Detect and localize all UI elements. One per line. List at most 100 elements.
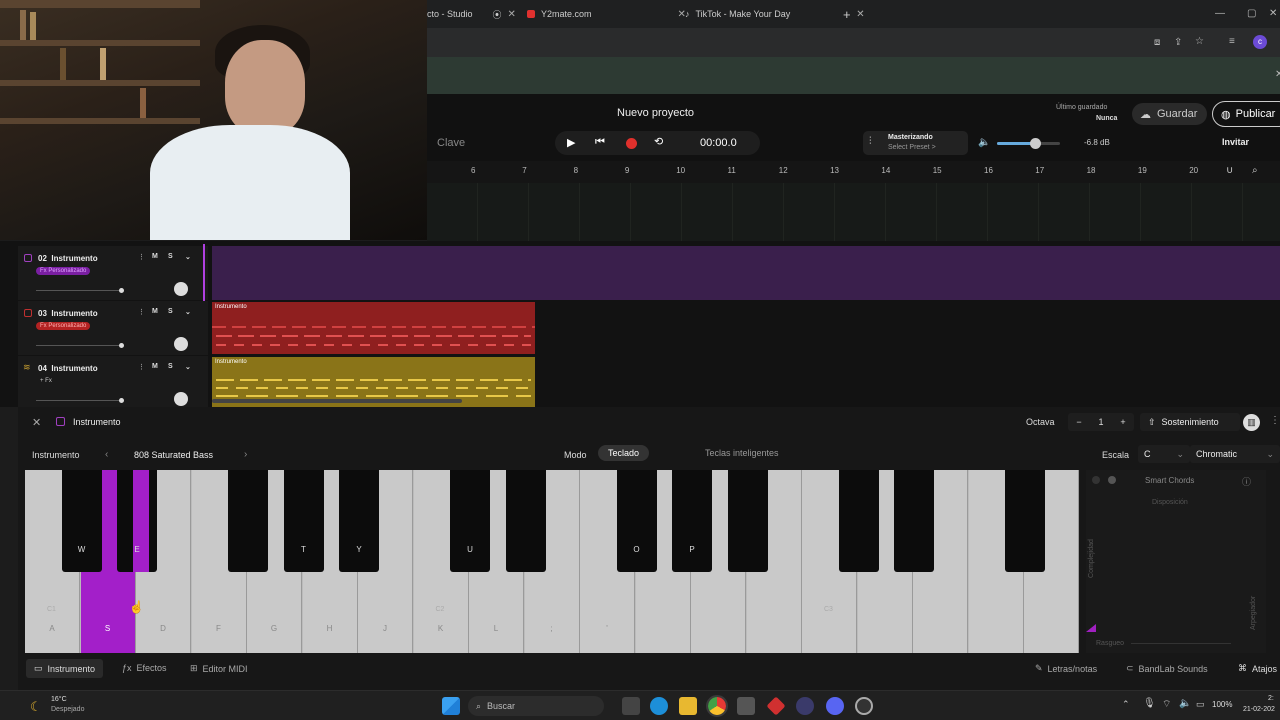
tab-studio[interactable]: cto - Studio ⦿ ✕ bbox=[427, 4, 516, 24]
tab-lyrics[interactable]: ✎ Letras/notas bbox=[1035, 663, 1097, 674]
more-icon[interactable]: ⋮ bbox=[138, 253, 145, 261]
chevron-right-icon[interactable]: › bbox=[244, 449, 247, 460]
black-key[interactable] bbox=[838, 470, 879, 572]
toggle-icon[interactable] bbox=[1108, 476, 1116, 484]
new-tab-button[interactable]: + bbox=[843, 4, 851, 24]
chevron-left-icon[interactable]: ‹ bbox=[105, 449, 108, 460]
track-lane[interactable] bbox=[212, 246, 1280, 300]
octave-plus-button[interactable]: + bbox=[1120, 417, 1125, 427]
pan-knob[interactable] bbox=[174, 392, 188, 406]
volume-fader[interactable] bbox=[119, 288, 124, 293]
clock-time[interactable]: 2: bbox=[1268, 695, 1274, 702]
tab-y2mate[interactable]: Y2mate.com ✕ bbox=[527, 4, 686, 24]
close-icon[interactable]: ✕ bbox=[856, 9, 864, 20]
maximize-icon[interactable]: ▢ bbox=[1247, 8, 1256, 19]
pan-knob[interactable] bbox=[174, 337, 188, 351]
file-explorer-icon[interactable] bbox=[679, 697, 697, 715]
invite-button[interactable]: Invitar bbox=[1222, 137, 1249, 147]
mode-smart-keys-tab[interactable]: Teclas inteligentes bbox=[695, 445, 789, 461]
more-icon[interactable]: ⋮ bbox=[1270, 415, 1280, 426]
fx-badge[interactable]: Fx Personalizado bbox=[36, 267, 91, 275]
task-view-icon[interactable] bbox=[622, 697, 640, 715]
record-icon[interactable] bbox=[626, 138, 637, 149]
close-icon[interactable]: ✕ bbox=[1275, 69, 1280, 80]
toggle-icon[interactable] bbox=[1092, 476, 1100, 484]
windows-start-icon[interactable] bbox=[442, 697, 460, 715]
scale-type-select[interactable]: Chromatic ⌄ bbox=[1190, 445, 1280, 463]
app-icon[interactable] bbox=[796, 697, 814, 715]
profile-avatar[interactable]: c bbox=[1253, 35, 1267, 49]
tab-shortcuts[interactable]: ⌘ Atajos bbox=[1238, 663, 1277, 674]
playhead[interactable] bbox=[203, 244, 205, 302]
chevron-up-icon[interactable]: ⌃ bbox=[1122, 699, 1130, 710]
preset-name[interactable]: 808 Saturated Bass bbox=[134, 450, 213, 460]
playlist-icon[interactable]: ≡ bbox=[1229, 36, 1235, 47]
solo-button[interactable]: S bbox=[168, 253, 173, 260]
tab-midi-editor[interactable]: ⊞ Editor MIDI bbox=[190, 663, 248, 674]
tab-tiktok[interactable]: ♪ TikTok - Make Your Day ✕ bbox=[685, 4, 865, 24]
pan-knob[interactable] bbox=[174, 282, 188, 296]
solo-button[interactable]: S bbox=[168, 363, 173, 370]
publish-button[interactable]: ◍ Publicar bbox=[1212, 101, 1280, 127]
black-key[interactable] bbox=[894, 470, 934, 572]
chevron-down-icon[interactable]: ⌄ bbox=[185, 253, 191, 261]
black-key[interactable] bbox=[228, 470, 268, 572]
rewind-icon[interactable]: ⏮ bbox=[595, 136, 605, 149]
battery-icon[interactable]: ▭ bbox=[1196, 699, 1205, 710]
edge-icon[interactable] bbox=[650, 697, 668, 715]
speaker-icon[interactable]: 🔈 bbox=[978, 137, 990, 148]
chrome-icon[interactable] bbox=[706, 695, 728, 717]
mute-button[interactable]: M bbox=[152, 308, 158, 315]
more-icon[interactable]: ⋮ bbox=[138, 308, 145, 316]
keyboard-view-icon[interactable]: ▥ bbox=[1243, 414, 1260, 431]
volume-icon[interactable]: 🔈 bbox=[1179, 698, 1191, 709]
key-button[interactable]: Clave bbox=[437, 137, 465, 149]
track-header[interactable]: ≋ 04 Instrumento + Fx ⋮ M S ⌄ bbox=[18, 356, 208, 410]
octave-stepper[interactable]: − 1 + bbox=[1068, 413, 1134, 431]
clock-date[interactable]: 21-02-202 bbox=[1243, 706, 1275, 713]
complexity-slider[interactable] bbox=[1086, 624, 1096, 632]
app-icon[interactable] bbox=[766, 696, 786, 716]
black-key[interactable]: W bbox=[61, 470, 102, 572]
black-key[interactable] bbox=[727, 470, 768, 572]
octave-minus-button[interactable]: − bbox=[1076, 417, 1081, 427]
store-icon[interactable] bbox=[737, 697, 755, 715]
volume-fader[interactable] bbox=[119, 398, 124, 403]
tab-effects[interactable]: ƒx Efectos bbox=[122, 663, 167, 673]
black-key[interactable] bbox=[505, 470, 546, 572]
black-key[interactable]: P bbox=[672, 470, 712, 572]
track-header[interactable]: 02 Instrumento Fx Personalizado ⋮ M S ⌄ bbox=[18, 246, 208, 300]
tab-bandlab-sounds[interactable]: ⊂ BandLab Sounds bbox=[1126, 663, 1208, 674]
black-key[interactable]: Y bbox=[339, 470, 379, 572]
black-key[interactable]: T bbox=[283, 470, 324, 572]
wifi-icon[interactable]: ⌔ bbox=[1162, 698, 1171, 711]
star-icon[interactable]: ☆ bbox=[1195, 36, 1204, 47]
tab-instrument[interactable]: ▭ Instrumento bbox=[26, 659, 104, 678]
volume-fader[interactable] bbox=[119, 343, 124, 348]
mastering-button[interactable]: ⫶ Masterizando Select Preset > bbox=[863, 131, 968, 155]
window-close-icon[interactable]: ✕ bbox=[1269, 8, 1277, 19]
microphone-icon[interactable]: 🎙 bbox=[1143, 698, 1156, 709]
mute-button[interactable]: M bbox=[152, 253, 158, 260]
info-icon[interactable]: ⓘ bbox=[1242, 475, 1251, 488]
obs-icon[interactable] bbox=[855, 697, 873, 715]
midi-region[interactable]: Instrumento bbox=[212, 302, 535, 354]
fx-badge[interactable]: Fx Personalizado bbox=[36, 322, 91, 330]
black-key[interactable]: E bbox=[117, 470, 157, 572]
record-icon[interactable]: ⦿ bbox=[493, 8, 502, 21]
mode-keyboard-tab[interactable]: Teclado bbox=[598, 445, 650, 461]
piano-keyboard[interactable]: A S D F G H J K L; ' C1 C2 C3 W E T Y U O P ☝ bbox=[25, 470, 1079, 653]
horizontal-scrollbar[interactable] bbox=[212, 399, 462, 403]
solo-button[interactable]: S bbox=[168, 308, 173, 315]
black-key[interactable]: U bbox=[450, 470, 490, 572]
screenshot-icon[interactable]: ⧈ bbox=[1154, 37, 1160, 48]
magnet-icon[interactable]: ∪ bbox=[1226, 165, 1233, 176]
black-key[interactable]: O bbox=[616, 470, 657, 572]
scale-key-select[interactable]: C ⌄ bbox=[1138, 445, 1190, 463]
add-fx-button[interactable]: + Fx bbox=[36, 377, 56, 385]
minimize-icon[interactable]: — bbox=[1215, 8, 1225, 19]
discord-icon[interactable] bbox=[826, 697, 844, 715]
chevron-down-icon[interactable]: ⌄ bbox=[185, 363, 191, 371]
black-key[interactable] bbox=[1005, 470, 1045, 572]
taskbar-search[interactable]: ⌕ Buscar bbox=[468, 696, 604, 716]
